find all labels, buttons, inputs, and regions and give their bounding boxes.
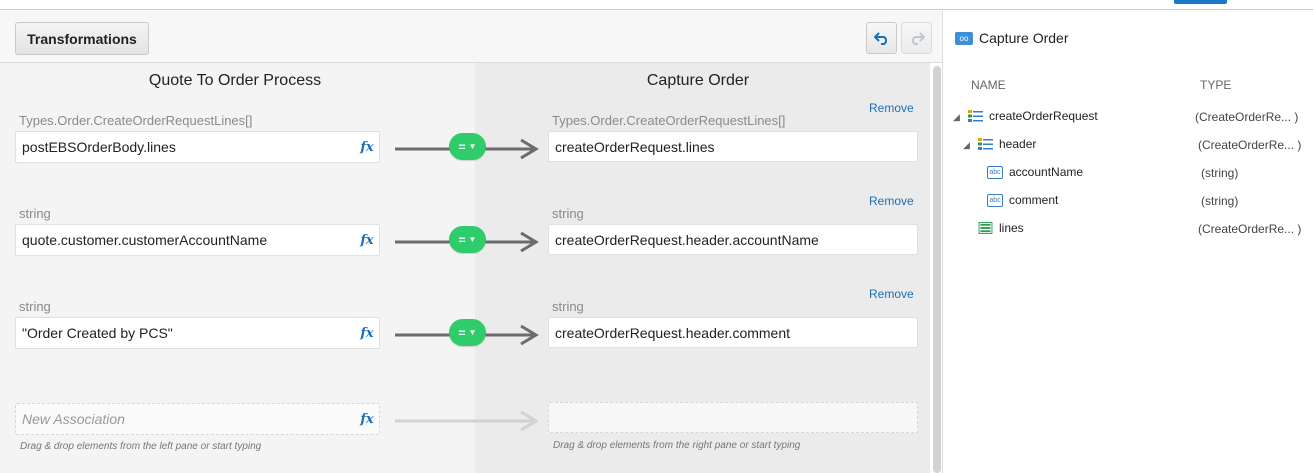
target-type-2: string xyxy=(552,206,584,221)
tree-node-createOrderRequest[interactable]: createOrderRequest xyxy=(968,109,1098,123)
source-drop-hint: Drag & drop elements from the left pane … xyxy=(20,441,262,452)
top-accent-bar xyxy=(1174,0,1227,4)
fx-icon[interactable]: fx xyxy=(355,140,379,155)
undo-button[interactable] xyxy=(866,22,897,54)
new-association-placeholder: New Association xyxy=(22,411,125,427)
target-drop-hint: Drag & drop elements from the right pane… xyxy=(553,440,801,451)
operator-toggle-1[interactable]: = ▼ xyxy=(449,133,486,160)
mapper-toolbar: Transformations xyxy=(0,11,942,63)
target-expression-2[interactable]: createOrderRequest.header.accountName xyxy=(548,224,918,255)
tree-node-type: (CreateOrderRe... ) xyxy=(1198,138,1302,152)
chevron-down-icon: ▼ xyxy=(468,142,477,151)
string-icon: abc xyxy=(987,193,1003,207)
target-expression-1[interactable]: createOrderRequest.lines xyxy=(548,131,918,162)
target-pane-title: Capture Order xyxy=(646,72,750,89)
target-expression-3[interactable]: createOrderRequest.header.comment xyxy=(548,317,918,348)
fx-icon[interactable]: fx xyxy=(355,233,379,248)
tree-node-label: accountName xyxy=(1009,165,1084,179)
tree-node-comment[interactable]: abc comment xyxy=(987,193,1058,207)
service-icon: oo xyxy=(955,32,973,45)
source-expression-2[interactable]: quote.customer.customerAccountName fx xyxy=(15,224,380,256)
source-expression-text: "Order Created by PCS" xyxy=(22,325,173,341)
column-header-type: TYPE xyxy=(1200,78,1232,92)
string-icon: abc xyxy=(987,165,1003,179)
tree-node-type: (string) xyxy=(1201,166,1239,180)
operator-toggle-3[interactable]: = ▼ xyxy=(449,319,486,346)
redo-icon xyxy=(911,32,925,45)
remove-link-1[interactable]: Remove xyxy=(869,101,914,115)
new-target-drop-zone[interactable] xyxy=(548,402,918,433)
panel-divider xyxy=(942,11,943,473)
source-expression-3[interactable]: "Order Created by PCS" fx xyxy=(15,317,380,349)
array-icon xyxy=(978,222,993,234)
source-expression-text: quote.customer.customerAccountName xyxy=(22,232,268,248)
transformations-button[interactable]: Transformations xyxy=(15,22,149,55)
operator-toggle-2[interactable]: = ▼ xyxy=(449,226,486,253)
tree-node-label: lines xyxy=(999,221,1024,235)
new-association-input[interactable]: New Association fx xyxy=(15,403,380,435)
tree-panel-title: Capture Order xyxy=(979,30,1069,46)
chevron-down-icon: ▼ xyxy=(468,235,477,244)
fx-icon[interactable]: fx xyxy=(355,326,379,341)
source-pane-title: Quote To Order Process xyxy=(148,72,322,89)
source-type-2: string xyxy=(19,206,51,221)
tree-node-accountName[interactable]: abc accountName xyxy=(987,165,1083,179)
redo-button[interactable] xyxy=(901,22,932,54)
chevron-down-icon: ▼ xyxy=(468,328,477,337)
expand-triangle-icon[interactable]: ◢ xyxy=(963,140,970,151)
object-icon xyxy=(978,138,993,150)
operator-label: = xyxy=(458,232,466,247)
object-icon xyxy=(968,110,983,122)
tree-node-type: (CreateOrderRe... ) xyxy=(1198,222,1302,236)
mapping-arrow-placeholder xyxy=(395,410,539,432)
undo-icon xyxy=(873,32,887,45)
tree-node-type: (CreateOrderRe... ) xyxy=(1195,110,1299,124)
tree-node-header[interactable]: header xyxy=(978,137,1036,151)
column-header-name: NAME xyxy=(971,78,1006,92)
source-expression-1[interactable]: postEBSOrderBody.lines fx xyxy=(15,131,380,163)
tree-node-type: (string) xyxy=(1201,194,1239,208)
operator-label: = xyxy=(458,325,466,340)
operator-label: = xyxy=(458,139,466,154)
remove-link-3[interactable]: Remove xyxy=(869,287,914,301)
target-type-1: Types.Order.CreateOrderRequestLines[] xyxy=(552,113,786,128)
remove-link-2[interactable]: Remove xyxy=(869,194,914,208)
target-type-3: string xyxy=(552,299,584,314)
tree-node-label: createOrderRequest xyxy=(989,109,1098,123)
source-type-1: Types.Order.CreateOrderRequestLines[] xyxy=(19,113,253,128)
tree-node-label: header xyxy=(999,137,1037,151)
source-type-3: string xyxy=(19,299,51,314)
mapping-scrollbar[interactable] xyxy=(933,66,941,473)
tree-node-label: comment xyxy=(1009,193,1059,207)
source-expression-text: postEBSOrderBody.lines xyxy=(22,139,176,155)
tree-node-lines[interactable]: lines xyxy=(978,221,1024,235)
fx-icon[interactable]: fx xyxy=(355,412,379,427)
expand-triangle-icon[interactable]: ◢ xyxy=(953,112,960,123)
top-bar xyxy=(0,0,1313,10)
